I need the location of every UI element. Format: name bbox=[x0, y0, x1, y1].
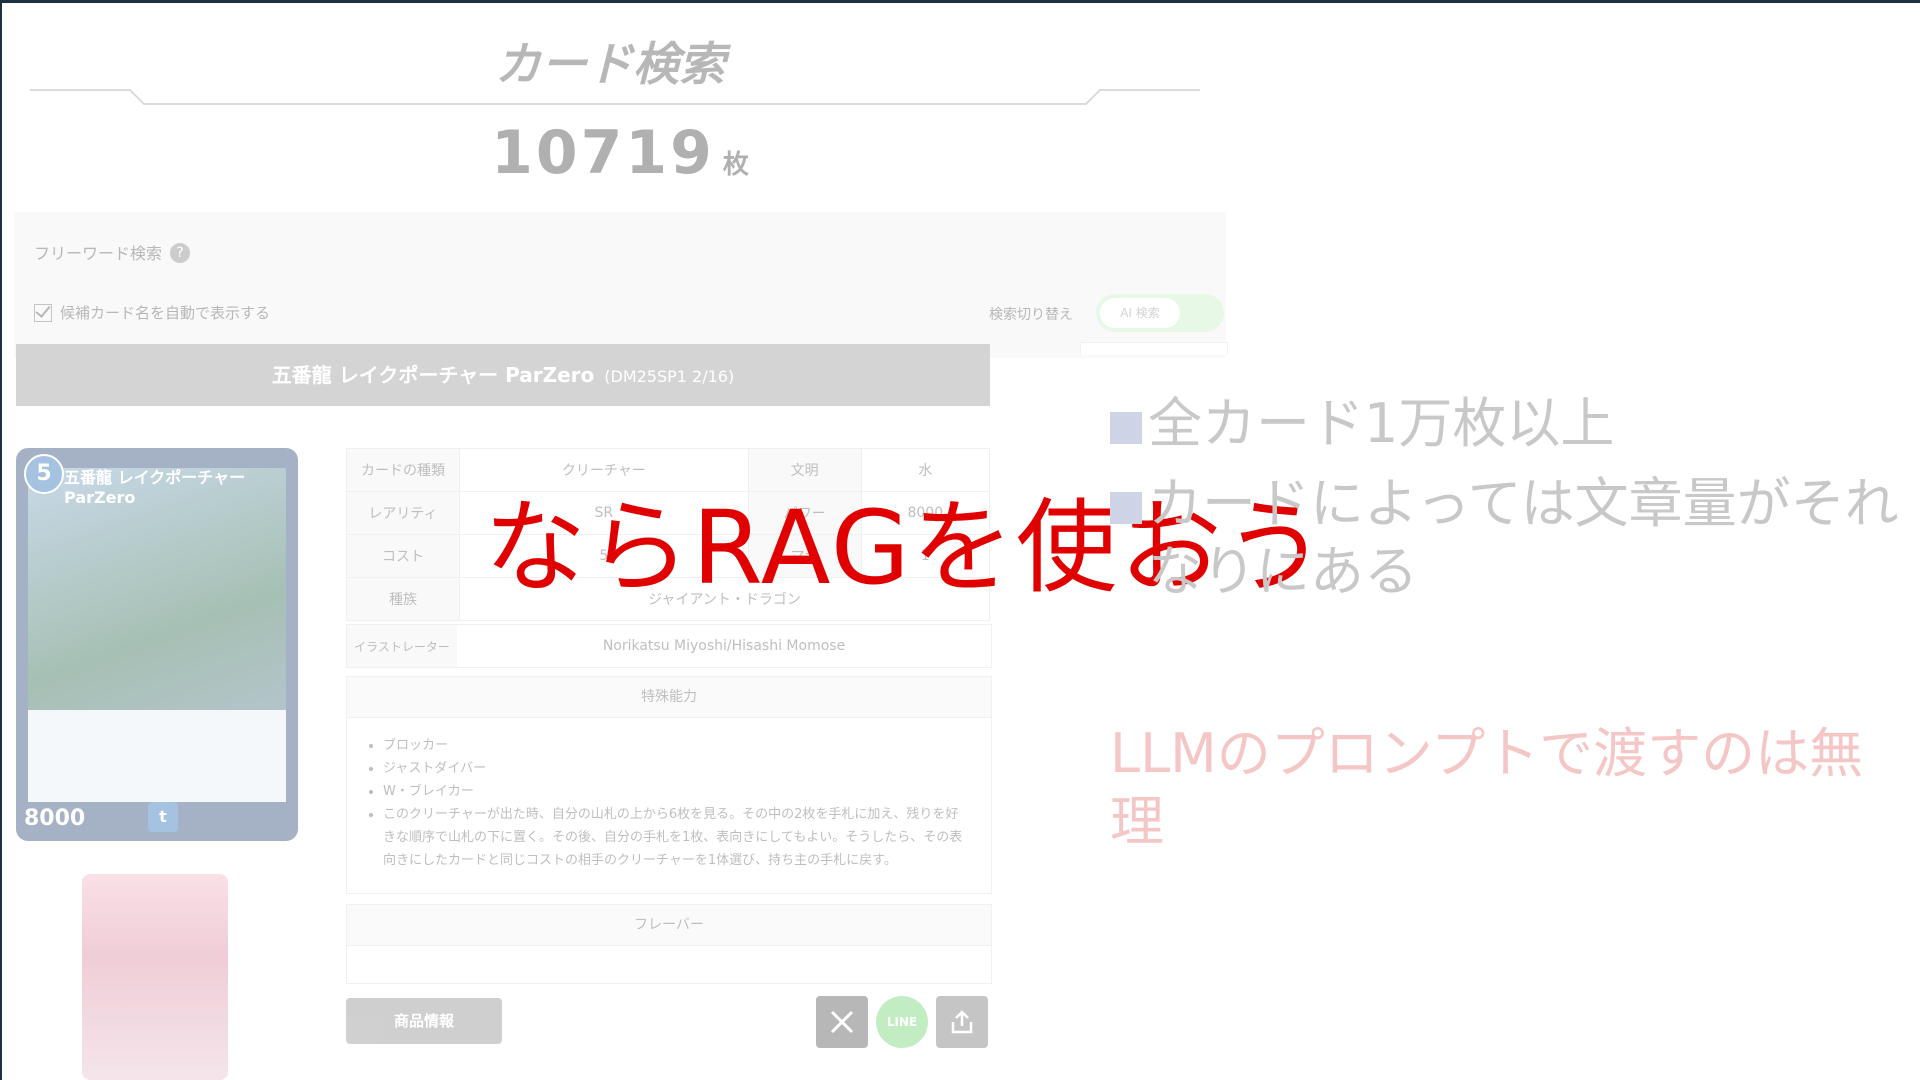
search-input[interactable] bbox=[1080, 342, 1228, 355]
help-icon[interactable]: ? bbox=[170, 243, 191, 263]
share-line-button[interactable]: LINE bbox=[876, 996, 928, 1048]
ability-list: ブロッカー ジャストダイバー W・ブレイカー このクリーチャーが出た時、自分の山… bbox=[347, 734, 991, 872]
search-mode-toggle[interactable]: AI 検索 bbox=[1096, 294, 1224, 332]
flavor-section: フレーバー bbox=[346, 904, 992, 984]
bullet-text: カードによっては文章量がそれなりにある bbox=[1148, 472, 1899, 603]
toggle-knob: AI 検索 bbox=[1100, 298, 1180, 328]
free-word-search-label: フリーワード検索? bbox=[34, 240, 191, 264]
product-info-button[interactable]: 商品情報 bbox=[346, 998, 502, 1044]
list-item: W・ブレイカー bbox=[383, 780, 991, 803]
card-cost-badge: 5 bbox=[24, 454, 64, 494]
card-count-unit: 枚 bbox=[722, 150, 749, 180]
share-button[interactable] bbox=[936, 996, 988, 1048]
list-item: ブロッカー bbox=[383, 734, 991, 757]
autocomplete-option[interactable]: 候補カード名を自動で表示する bbox=[34, 302, 270, 323]
slide-note: LLMのプロンプトで渡すのは無理 bbox=[1110, 722, 1864, 853]
autocomplete-label: 候補カード名を自動で表示する bbox=[60, 304, 271, 322]
bullet-item: 全カード1万枚以上 bbox=[1110, 390, 1910, 458]
free-word-search-text: フリーワード検索 bbox=[34, 244, 163, 263]
illustrator-row: イラストレーター Norikatsu Miyoshi/Hisashi Momos… bbox=[346, 624, 992, 668]
title-divider bbox=[30, 89, 1200, 105]
list-item: ジャストダイバー bbox=[383, 757, 991, 780]
table-header-cell: コスト bbox=[346, 534, 460, 578]
card-name: 五番龍 レイクポーチャー ParZero bbox=[271, 363, 595, 387]
table-header-cell: カードの種類 bbox=[346, 448, 460, 492]
card-name-bar: 五番龍 レイクポーチャー ParZero (DM25SP1 2/16) bbox=[16, 344, 990, 406]
water-civilization-icon: t bbox=[148, 802, 178, 832]
table-header-cell: レアリティ bbox=[346, 491, 460, 535]
bullet-item: カードによっては文章量がそれなりにある bbox=[1110, 470, 1910, 606]
product-package-image[interactable] bbox=[82, 874, 228, 1080]
page-title: カード検索 bbox=[495, 37, 725, 91]
search-panel: フリーワード検索? 候補カード名を自動で表示する 検索切り替え AI 検索 bbox=[14, 212, 1228, 358]
card-count-number: 10719 bbox=[491, 118, 715, 188]
bullet-square-icon bbox=[1110, 492, 1142, 524]
x-logo-icon bbox=[830, 1010, 854, 1034]
bullet-square-icon bbox=[1110, 412, 1142, 444]
bullet-text: 全カード1万枚以上 bbox=[1148, 392, 1615, 455]
table-header-cell: 種族 bbox=[346, 577, 460, 621]
illustrator-name: Norikatsu Miyoshi/Hisashi Momose bbox=[602, 638, 846, 654]
checkbox-checked-icon[interactable] bbox=[34, 303, 52, 322]
slide-bullets: 全カード1万枚以上 カードによっては文章量がそれなりにある bbox=[1110, 390, 1910, 606]
card-code: (DM25SP1 2/16) bbox=[604, 367, 735, 386]
list-item: このクリーチャーが出た時、自分の山札の上から6枚を見る。その中の2枚を手札に加え… bbox=[383, 803, 991, 872]
card-count: 10719 枚 bbox=[0, 118, 1240, 188]
ability-heading: 特殊能力 bbox=[347, 677, 991, 718]
flavor-heading: フレーバー bbox=[347, 905, 991, 946]
special-ability-section: 特殊能力 ブロッカー ジャストダイバー W・ブレイカー このクリーチャーが出た時… bbox=[346, 676, 992, 894]
card-text-box bbox=[28, 710, 286, 802]
search-switch-label: 検索切り替え bbox=[989, 307, 1073, 323]
share-upload-icon bbox=[951, 1010, 973, 1034]
card-power: 8000 bbox=[24, 806, 86, 831]
card-image-name: 五番龍 レイクポーチャー ParZero bbox=[64, 468, 246, 507]
share-x-button[interactable] bbox=[816, 996, 868, 1048]
illustrator-label: イラストレーター bbox=[347, 625, 457, 667]
card-image[interactable]: 5 五番龍 レイクポーチャー ParZero 8000 t bbox=[16, 448, 298, 841]
line-logo-icon: LINE bbox=[886, 1015, 918, 1029]
